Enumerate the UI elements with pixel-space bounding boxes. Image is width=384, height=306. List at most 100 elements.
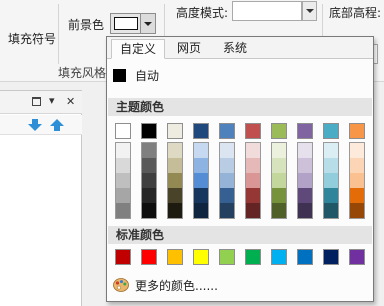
theme-color-swatch[interactable] [271, 123, 287, 139]
standard-color-swatch[interactable] [193, 249, 209, 265]
theme-shade-swatch[interactable] [272, 203, 286, 218]
standard-color-swatch[interactable] [141, 249, 157, 265]
theme-shade-swatch[interactable] [220, 188, 234, 203]
theme-shade-swatch[interactable] [116, 188, 130, 203]
standard-color-swatch[interactable] [245, 249, 261, 265]
left-panel: ▾ ✕ [0, 90, 82, 306]
theme-shade-swatch[interactable] [168, 143, 182, 158]
theme-shade-column [167, 142, 183, 219]
theme-shade-swatch[interactable] [350, 158, 364, 173]
tab-web[interactable]: 网页 [169, 39, 209, 59]
panel-toolbar [0, 115, 82, 135]
panel-header: ▾ ✕ [0, 91, 82, 114]
theme-shade-swatch[interactable] [168, 158, 182, 173]
theme-color-swatch[interactable] [219, 123, 235, 139]
theme-shade-swatch[interactable] [220, 143, 234, 158]
tab-system[interactable]: 系统 [215, 39, 255, 59]
theme-shade-swatch[interactable] [142, 158, 156, 173]
theme-shade-swatch[interactable] [298, 188, 312, 203]
theme-shade-swatch[interactable] [298, 158, 312, 173]
theme-shade-swatch[interactable] [220, 158, 234, 173]
theme-shade-swatch[interactable] [168, 188, 182, 203]
theme-shade-swatch[interactable] [298, 173, 312, 188]
theme-shade-swatch[interactable] [324, 143, 338, 158]
theme-shade-swatch[interactable] [116, 173, 130, 188]
standard-color-swatch[interactable] [323, 249, 339, 265]
theme-shade-swatch[interactable] [350, 188, 364, 203]
theme-shade-column [193, 142, 209, 219]
theme-shade-swatch[interactable] [246, 143, 260, 158]
theme-shade-swatch[interactable] [350, 203, 364, 218]
theme-shade-swatch[interactable] [142, 173, 156, 188]
more-colors-label: 更多的颜色...... [135, 278, 218, 293]
theme-shade-column [271, 142, 287, 219]
theme-shade-swatch[interactable] [168, 173, 182, 188]
theme-shade-column [297, 142, 313, 219]
arrow-down-icon[interactable] [28, 119, 42, 131]
theme-shade-swatch[interactable] [272, 188, 286, 203]
standard-color-swatch[interactable] [349, 249, 365, 265]
theme-shade-swatch[interactable] [298, 143, 312, 158]
theme-shade-swatch[interactable] [324, 188, 338, 203]
standard-color-swatch[interactable] [219, 249, 235, 265]
theme-shade-swatch[interactable] [116, 203, 130, 218]
theme-shade-swatch[interactable] [142, 188, 156, 203]
fill-symbol-button[interactable]: 填充符号 [8, 30, 56, 47]
base-height-label: 底部高程: [329, 6, 382, 20]
theme-shade-swatch[interactable] [246, 188, 260, 203]
separator [58, 4, 59, 64]
theme-shade-swatch[interactable] [350, 173, 364, 188]
arrow-up-icon[interactable] [50, 119, 64, 131]
more-colors-button[interactable]: 更多的颜色...... [113, 275, 218, 295]
theme-color-swatch[interactable] [349, 123, 365, 139]
theme-color-swatch[interactable] [245, 123, 261, 139]
close-icon[interactable]: ✕ [66, 96, 75, 107]
auto-color-option[interactable]: 自动 [113, 65, 159, 85]
tab-custom[interactable]: 自定义 [111, 39, 166, 59]
theme-shade-swatch[interactable] [272, 173, 286, 188]
theme-color-swatch[interactable] [323, 123, 339, 139]
theme-shade-swatch[interactable] [246, 158, 260, 173]
theme-shade-swatch[interactable] [142, 203, 156, 218]
theme-color-swatch[interactable] [193, 123, 209, 139]
theme-shade-swatch[interactable] [194, 158, 208, 173]
theme-shade-swatch[interactable] [324, 173, 338, 188]
auto-color-label: 自动 [135, 68, 160, 83]
theme-shade-swatch[interactable] [168, 203, 182, 218]
tab-bar: 自定义 网页 系统 [107, 37, 373, 59]
theme-shade-swatch[interactable] [194, 203, 208, 218]
theme-shade-swatch[interactable] [194, 188, 208, 203]
theme-shade-swatch[interactable] [194, 173, 208, 188]
theme-shade-swatch[interactable] [116, 143, 130, 158]
theme-color-swatch[interactable] [297, 123, 313, 139]
theme-shade-swatch[interactable] [142, 143, 156, 158]
theme-shade-swatch[interactable] [350, 143, 364, 158]
standard-color-swatch[interactable] [167, 249, 183, 265]
theme-color-swatch[interactable] [115, 123, 131, 139]
theme-shade-swatch[interactable] [324, 203, 338, 218]
theme-shade-swatch[interactable] [298, 203, 312, 218]
theme-shade-swatch[interactable] [220, 203, 234, 218]
standard-color-swatch[interactable] [271, 249, 287, 265]
theme-color-swatch[interactable] [167, 123, 183, 139]
theme-shade-swatch[interactable] [220, 173, 234, 188]
theme-color-swatch[interactable] [141, 123, 157, 139]
group-label-fill-style: 填充风格 [58, 66, 107, 80]
foreground-color-picker[interactable] [110, 13, 156, 34]
theme-shade-column [219, 142, 235, 219]
pin-icon[interactable] [32, 97, 41, 106]
theme-shade-swatch[interactable] [116, 158, 130, 173]
chevron-down-icon[interactable] [140, 14, 155, 33]
theme-shade-swatch[interactable] [246, 173, 260, 188]
standard-color-swatch[interactable] [297, 249, 313, 265]
theme-shade-swatch[interactable] [272, 158, 286, 173]
chevron-down-icon[interactable] [302, 1, 317, 21]
theme-shade-swatch[interactable] [272, 143, 286, 158]
dropdown-icon[interactable]: ▾ [49, 95, 55, 106]
height-mode-select[interactable] [232, 1, 302, 21]
standard-color-swatch[interactable] [115, 249, 131, 265]
theme-shade-swatch[interactable] [324, 158, 338, 173]
foreground-color-label: 前景色 [68, 18, 105, 32]
theme-shade-swatch[interactable] [194, 143, 208, 158]
theme-shade-swatch[interactable] [246, 203, 260, 218]
